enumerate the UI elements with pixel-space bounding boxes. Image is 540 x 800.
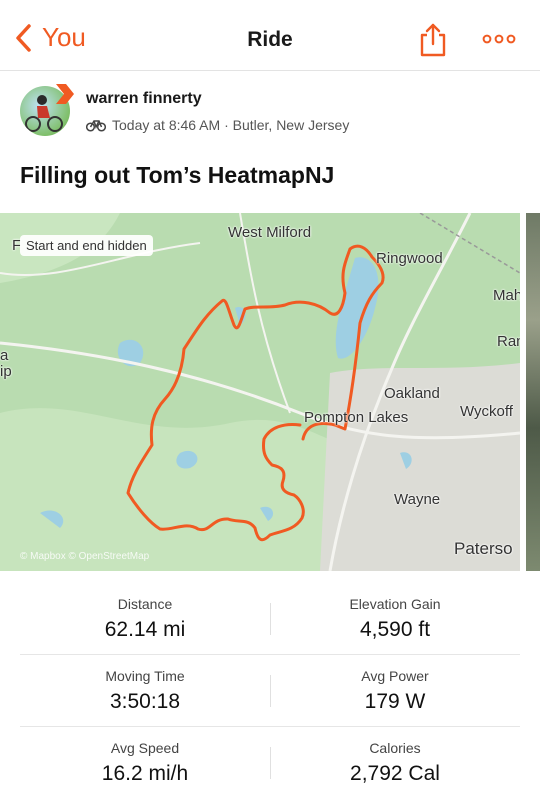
stats-row: Moving Time 3:50:18 Avg Power 179 W [20,655,520,727]
stat-elevation-gain: Elevation Gain 4,590 ft [270,583,520,654]
activity-title: Filling out Tom’s HeatmapNJ [20,162,335,188]
athlete-name[interactable]: warren finnerty [86,90,202,108]
map-label-township: ip [0,363,12,380]
stat-value: 4,590 ft [359,618,431,641]
stat-moving-time: Moving Time 3:50:18 [20,655,270,726]
map-label-west-milford: West Milford [228,224,312,241]
stat-avg-speed: Avg Speed 16.2 mi/h [20,727,270,798]
stat-avg-power: Avg Power 179 W [270,655,520,726]
map-label-pompton-lakes: Pompton Lakes [304,409,409,426]
stats-row: Avg Speed 16.2 mi/h Calories 2,792 Cal [20,727,520,798]
activity-datetime-location: Today at 8:46 AM · Butler, New Jersey [112,117,350,133]
stats-grid: Distance 62.14 mi Elevation Gain 4,590 f… [20,583,520,798]
stat-label: Avg Power [361,668,429,684]
stat-value: 3:50:18 [109,690,181,713]
stat-value: 179 W [364,690,426,713]
activity-meta: Today at 8:46 AM · Butler, New Jersey [86,117,349,133]
map-label-wyckoff: Wyckoff [460,403,513,420]
more-icon[interactable] [482,34,516,44]
map-label-paterson: Paterso [454,539,513,558]
subscriber-badge-icon [56,84,74,104]
stat-label: Elevation Gain [349,596,441,612]
activity-photo-peek[interactable] [526,213,540,571]
stat-calories: Calories 2,792 Cal [270,727,520,798]
stat-label: Distance [117,596,173,612]
privacy-pill: Start and end hidden [20,235,153,256]
map-label-ringwood: Ringwood [376,250,443,267]
stat-value: 62.14 mi [104,618,186,641]
route-map[interactable]: West Milford Ringwood Mah Ran Oakland Wy… [0,213,520,571]
stat-value: 16.2 mi/h [101,762,189,785]
stat-distance: Distance 62.14 mi [20,583,270,654]
bike-icon [86,120,106,132]
map-label-a: a [0,347,9,364]
stat-label: Calories [369,740,421,756]
map-label-mahwah: Mah [493,287,520,304]
stat-label: Avg Speed [110,740,180,756]
page-title: Ride [247,28,293,51]
share-icon[interactable] [418,22,448,58]
stat-value: 2,792 Cal [350,762,440,785]
top-nav-bar: You Ride [0,0,540,71]
stat-label: Moving Time [105,668,185,684]
stats-row: Distance 62.14 mi Elevation Gain 4,590 f… [20,583,520,655]
activity-header: warren finnerty Today at 8:46 AM · Butle… [20,84,520,142]
map-label-oakland: Oakland [384,385,440,402]
map-label-ramsey: Ran [497,333,520,350]
map-label-wayne: Wayne [394,491,441,508]
map-attribution[interactable]: © Mapbox © OpenStreetMap [20,551,149,562]
